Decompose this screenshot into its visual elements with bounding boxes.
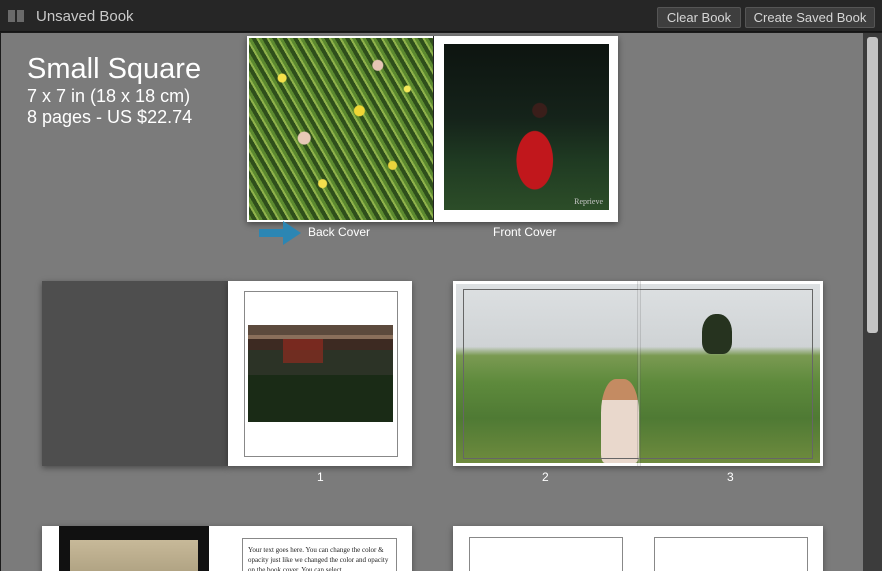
page-5-text-box[interactable]: Your text goes here. You can change the …	[242, 538, 397, 571]
blank-left-page	[42, 281, 228, 466]
page-3-number: 3	[727, 470, 734, 484]
panel-grip-icon[interactable]	[8, 10, 24, 22]
page-4-photo[interactable]	[59, 526, 209, 571]
book-pages-price: 8 pages - US $22.74	[27, 107, 193, 127]
page-2-number: 2	[542, 470, 549, 484]
page-7-frame	[654, 537, 808, 571]
page-1-photo[interactable]	[248, 325, 393, 422]
scrollbar-thumb[interactable]	[867, 37, 878, 333]
front-cover-watermark: Reprieve	[574, 197, 603, 206]
page-6-frame	[469, 537, 623, 571]
spread-4-5[interactable]: Your text goes here. You can change the …	[42, 526, 412, 571]
cover-spine	[433, 36, 434, 222]
book-size: Small Square	[27, 53, 202, 85]
title-bar: Unsaved Book Clear Book Create Saved Boo…	[0, 0, 882, 32]
front-cover-label: Front Cover	[493, 225, 557, 239]
create-saved-book-button[interactable]: Create Saved Book	[745, 7, 875, 28]
cover-spread[interactable]: Reprieve	[247, 36, 618, 222]
book-dimensions: 7 x 7 in (18 x 18 cm)	[27, 86, 191, 106]
book-canvas: Small Square 7 x 7 in (18 x 18 cm) 8 pag…	[1, 33, 863, 571]
page-5-text: Your text goes here. You can change the …	[248, 546, 389, 571]
vertical-scrollbar[interactable]	[863, 33, 882, 571]
spread-2-3[interactable]	[453, 281, 823, 466]
book-title: Unsaved Book	[36, 8, 134, 25]
front-cover-photo[interactable]: Reprieve	[444, 44, 609, 210]
arrow-right-icon	[259, 221, 301, 245]
page-1-number: 1	[317, 470, 324, 484]
clear-book-button[interactable]: Clear Book	[657, 7, 741, 28]
book-info: Small Square 7 x 7 in (18 x 18 cm) 8 pag…	[27, 53, 201, 128]
spread-gutter	[637, 281, 641, 466]
back-cover-label: Back Cover	[308, 225, 371, 239]
spread-6-7[interactable]	[453, 526, 823, 571]
back-cover-photo[interactable]	[249, 38, 433, 220]
